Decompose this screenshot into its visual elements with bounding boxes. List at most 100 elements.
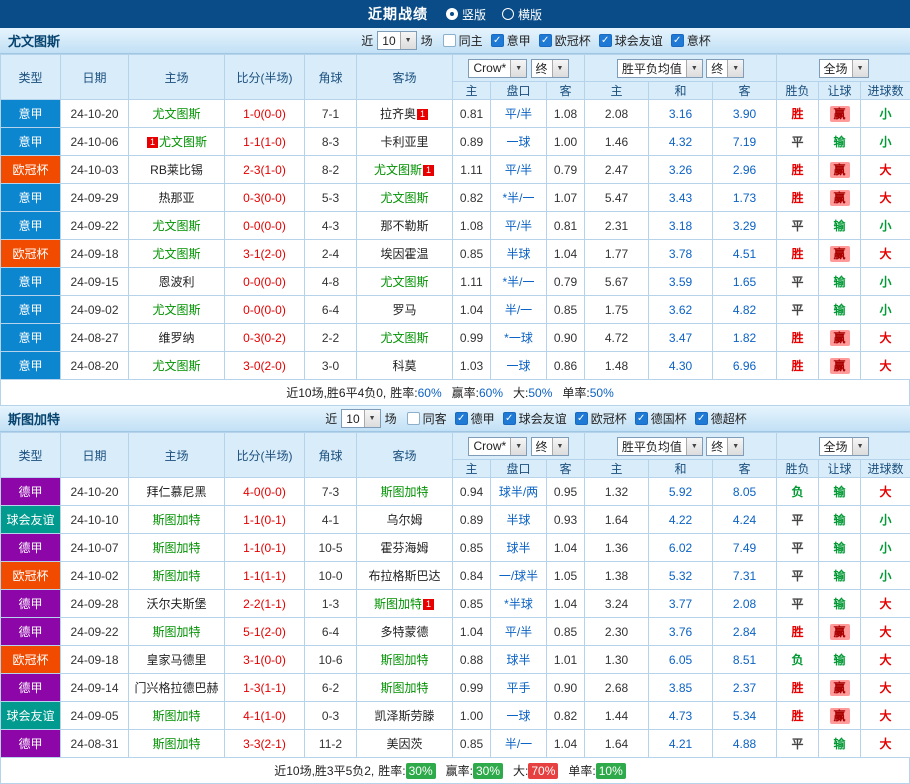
competition-cell[interactable]: 意甲: [1, 184, 61, 212]
league-filter-checkbox[interactable]: 德超杯: [695, 410, 747, 427]
home-team-cell[interactable]: 1尤文图斯: [129, 128, 225, 156]
league-filter-checkbox[interactable]: 欧冠杯: [575, 410, 627, 427]
competition-cell[interactable]: 意甲: [1, 296, 61, 324]
home-team-cell[interactable]: 沃尔夫斯堡: [129, 590, 225, 618]
away-team-cell[interactable]: 霍芬海姆: [357, 534, 453, 562]
scope-select[interactable]: 全场▼: [819, 437, 869, 456]
competition-cell[interactable]: 意甲: [1, 128, 61, 156]
away-team-cell[interactable]: 斯图加特: [357, 674, 453, 702]
score-cell[interactable]: 3-3(2-1): [225, 730, 305, 758]
layout-radio[interactable]: 横版: [502, 6, 542, 23]
away-team-cell[interactable]: 布拉格斯巴达: [357, 562, 453, 590]
avg-time-select[interactable]: 终▼: [706, 59, 744, 78]
home-team-cell[interactable]: 斯图加特: [129, 702, 225, 730]
league-filter-checkbox[interactable]: 同主: [443, 32, 483, 49]
league-filter-checkbox[interactable]: 同客: [407, 410, 447, 427]
competition-cell[interactable]: 欧冠杯: [1, 156, 61, 184]
home-team-cell[interactable]: 皇家马德里: [129, 646, 225, 674]
avg-time-select[interactable]: 终▼: [706, 437, 744, 456]
away-team-cell[interactable]: 斯图加特: [357, 478, 453, 506]
layout-radio[interactable]: 竖版: [446, 6, 486, 23]
score-cell[interactable]: 4-1(1-0): [225, 702, 305, 730]
games-count-select[interactable]: 10▼: [377, 31, 416, 50]
home-team-cell[interactable]: 斯图加特: [129, 534, 225, 562]
home-team-cell[interactable]: 尤文图斯: [129, 240, 225, 268]
league-filter-checkbox[interactable]: 意杯: [671, 32, 711, 49]
away-team-cell[interactable]: 凯泽斯劳滕: [357, 702, 453, 730]
home-team-cell[interactable]: 斯图加特: [129, 506, 225, 534]
competition-cell[interactable]: 球会友谊: [1, 702, 61, 730]
home-team-cell[interactable]: 斯图加特: [129, 618, 225, 646]
competition-cell[interactable]: 欧冠杯: [1, 240, 61, 268]
score-cell[interactable]: 0-3(0-0): [225, 184, 305, 212]
score-cell[interactable]: 4-0(0-0): [225, 478, 305, 506]
home-team-cell[interactable]: 拜仁慕尼黑: [129, 478, 225, 506]
score-cell[interactable]: 0-0(0-0): [225, 212, 305, 240]
competition-cell[interactable]: 意甲: [1, 324, 61, 352]
competition-cell[interactable]: 德甲: [1, 590, 61, 618]
competition-cell[interactable]: 欧冠杯: [1, 646, 61, 674]
home-team-cell[interactable]: RB莱比锡: [129, 156, 225, 184]
away-team-cell[interactable]: 科莫: [357, 352, 453, 380]
home-team-cell[interactable]: 热那亚: [129, 184, 225, 212]
competition-cell[interactable]: 德甲: [1, 730, 61, 758]
competition-cell[interactable]: 意甲: [1, 100, 61, 128]
competition-cell[interactable]: 欧冠杯: [1, 562, 61, 590]
home-team-cell[interactable]: 维罗纳: [129, 324, 225, 352]
score-cell[interactable]: 1-3(1-1): [225, 674, 305, 702]
competition-cell[interactable]: 球会友谊: [1, 506, 61, 534]
score-cell[interactable]: 3-1(2-0): [225, 240, 305, 268]
home-team-cell[interactable]: 恩波利: [129, 268, 225, 296]
score-cell[interactable]: 5-1(2-0): [225, 618, 305, 646]
away-team-cell[interactable]: 美因茨: [357, 730, 453, 758]
scope-select[interactable]: 全场▼: [819, 59, 869, 78]
score-cell[interactable]: 1-1(0-1): [225, 534, 305, 562]
away-team-cell[interactable]: 尤文图斯: [357, 184, 453, 212]
away-team-cell[interactable]: 尤文图斯: [357, 324, 453, 352]
score-cell[interactable]: 1-1(1-1): [225, 562, 305, 590]
competition-cell[interactable]: 德甲: [1, 534, 61, 562]
away-team-cell[interactable]: 罗马: [357, 296, 453, 324]
away-team-cell[interactable]: 斯图加特: [357, 646, 453, 674]
league-filter-checkbox[interactable]: 德甲: [455, 410, 495, 427]
avg-odds-select[interactable]: 胜平负均值▼: [617, 437, 703, 456]
competition-cell[interactable]: 德甲: [1, 478, 61, 506]
away-team-cell[interactable]: 尤文图斯1: [357, 156, 453, 184]
away-team-cell[interactable]: 埃因霍温: [357, 240, 453, 268]
score-cell[interactable]: 1-0(0-0): [225, 100, 305, 128]
league-filter-checkbox[interactable]: 德国杯: [635, 410, 687, 427]
away-team-cell[interactable]: 拉齐奥1: [357, 100, 453, 128]
away-team-cell[interactable]: 乌尔姆: [357, 506, 453, 534]
score-cell[interactable]: 3-0(2-0): [225, 352, 305, 380]
competition-cell[interactable]: 德甲: [1, 618, 61, 646]
competition-cell[interactable]: 意甲: [1, 352, 61, 380]
away-team-cell[interactable]: 斯图加特1: [357, 590, 453, 618]
games-count-select[interactable]: 10▼: [341, 409, 380, 428]
score-cell[interactable]: 3-1(0-0): [225, 646, 305, 674]
home-team-cell[interactable]: 尤文图斯: [129, 100, 225, 128]
away-team-cell[interactable]: 多特蒙德: [357, 618, 453, 646]
score-cell[interactable]: 2-2(1-1): [225, 590, 305, 618]
score-cell[interactable]: 2-3(1-0): [225, 156, 305, 184]
score-cell[interactable]: 0-0(0-0): [225, 296, 305, 324]
away-team-cell[interactable]: 那不勒斯: [357, 212, 453, 240]
league-filter-checkbox[interactable]: 欧冠杯: [539, 32, 591, 49]
score-cell[interactable]: 1-1(0-1): [225, 506, 305, 534]
odds-company-select[interactable]: Crow*▼: [468, 59, 527, 78]
home-team-cell[interactable]: 门兴格拉德巴赫: [129, 674, 225, 702]
league-filter-checkbox[interactable]: 球会友谊: [599, 32, 663, 49]
home-team-cell[interactable]: 斯图加特: [129, 730, 225, 758]
score-cell[interactable]: 0-3(0-2): [225, 324, 305, 352]
away-team-cell[interactable]: 尤文图斯: [357, 268, 453, 296]
odds-time-select[interactable]: 终▼: [531, 437, 569, 456]
away-team-cell[interactable]: 卡利亚里: [357, 128, 453, 156]
home-team-cell[interactable]: 尤文图斯: [129, 352, 225, 380]
score-cell[interactable]: 0-0(0-0): [225, 268, 305, 296]
home-team-cell[interactable]: 尤文图斯: [129, 212, 225, 240]
league-filter-checkbox[interactable]: 球会友谊: [503, 410, 567, 427]
avg-odds-select[interactable]: 胜平负均值▼: [617, 59, 703, 78]
score-cell[interactable]: 1-1(1-0): [225, 128, 305, 156]
odds-time-select[interactable]: 终▼: [531, 59, 569, 78]
competition-cell[interactable]: 德甲: [1, 674, 61, 702]
competition-cell[interactable]: 意甲: [1, 212, 61, 240]
